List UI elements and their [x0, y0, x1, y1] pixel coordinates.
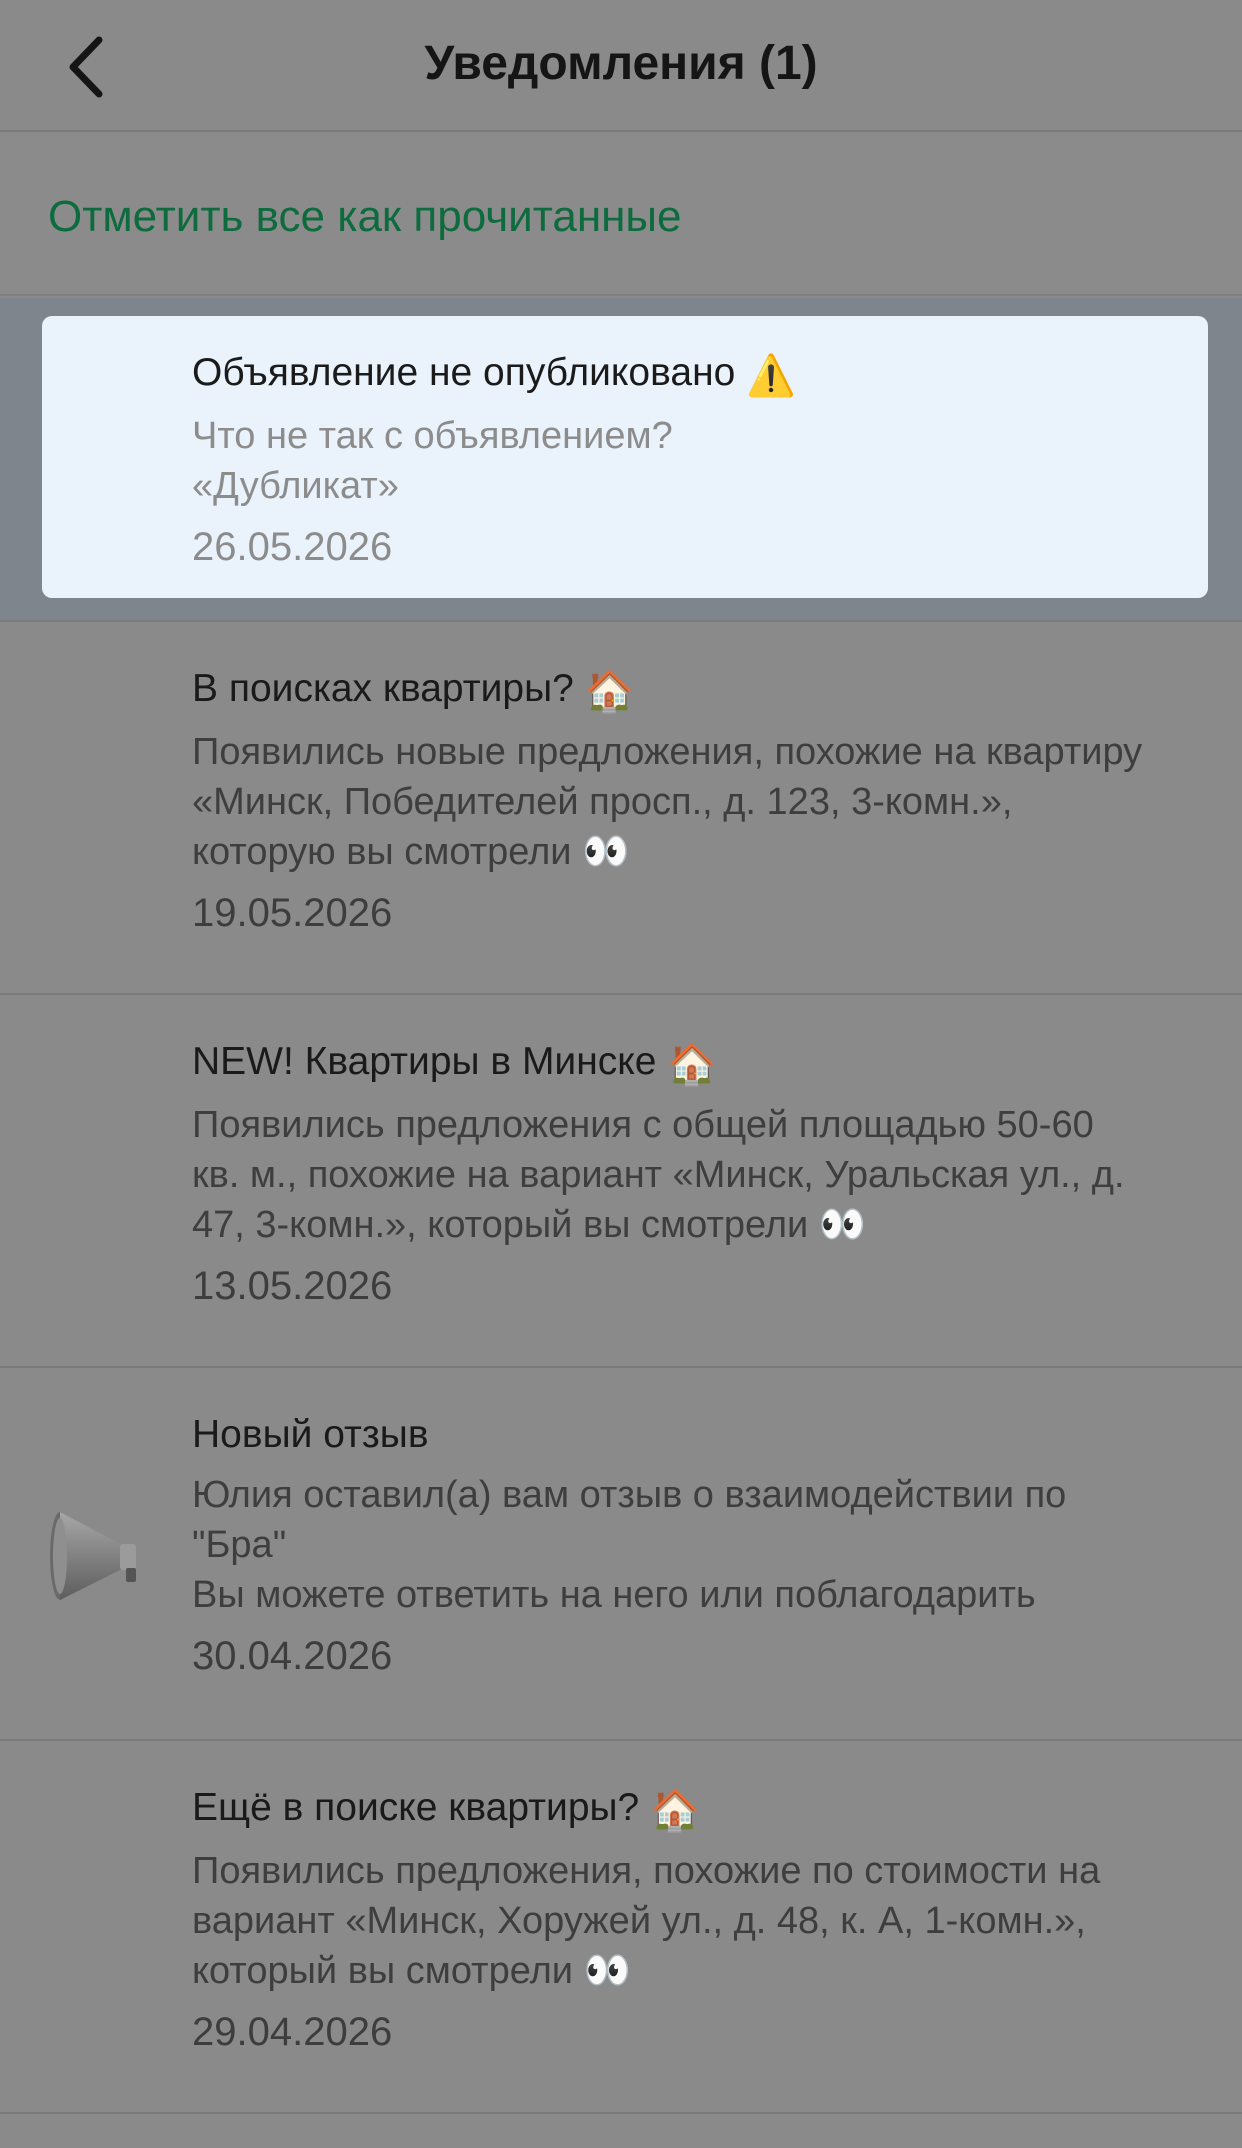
notification-text-line: Появились предложения, похожие по стоимо… — [192, 1850, 1101, 1892]
notification-text-line: 47, 3-комн.», который вы смотрели 👀 — [192, 1204, 867, 1246]
notification-item[interactable]: В поисках квартиры? 🏠 Появились новые пр… — [0, 622, 1242, 995]
notification-title: Объявление не опубликовано ⚠️ — [192, 348, 1178, 401]
notification-text-line: Юлия оставил(а) вам отзыв о взаимодейств… — [192, 1474, 1067, 1516]
notification-item-unread[interactable]: Объявление не опубликовано ⚠️ Что не так… — [0, 298, 1242, 622]
notification-text-line: который вы смотрели 👀 — [192, 1950, 631, 1992]
notification-item[interactable]: NEW! Квартиры в Минске 🏠 Появились предл… — [0, 995, 1242, 1368]
notification-text: Появились новые предложения, похожие на … — [192, 727, 1202, 877]
house-icon: 🏠 — [667, 1043, 718, 1087]
notification-date: 30.04.2026 — [192, 1634, 393, 1678]
notification-list: Объявление не опубликовано ⚠️ Что не так… — [0, 298, 1242, 2114]
notification-title: NEW! Квартиры в Минске 🏠 — [192, 1037, 1202, 1090]
notification-date: 29.04.2026 — [192, 2010, 393, 2054]
notification-text-line: Что не так с объявлением? — [192, 415, 673, 457]
unread-card[interactable]: Объявление не опубликовано ⚠️ Что не так… — [42, 316, 1208, 598]
notification-title-text: Новый отзыв — [192, 1413, 429, 1456]
mark-all-read-link[interactable]: Отметить все как прочитанные — [48, 192, 682, 242]
notification-text-line: Появились предложения с общей площадью 5… — [192, 1104, 1094, 1146]
notification-body: В поисках квартиры? 🏠 Появились новые пр… — [192, 664, 1202, 939]
notification-text-line: кв. м., похожие на вариант «Минск, Ураль… — [192, 1154, 1125, 1196]
notification-title: Новый отзыв — [192, 1410, 1202, 1460]
notification-item[interactable]: Новый отзыв Юлия оставил(а) вам отзыв о … — [0, 1368, 1242, 1741]
notification-date: 13.05.2026 — [192, 1264, 393, 1308]
house-icon: 🏠 — [584, 670, 635, 714]
house-icon: 🏠 — [650, 1789, 700, 1833]
notification-text-line: «Дубликат» — [192, 465, 399, 507]
notification-text-line: «Минск, Победителей просп., д. 123, 3-ко… — [192, 781, 1013, 823]
notification-text-line: вариант «Минск, Хоружей ул., д. 48, к. А… — [192, 1900, 1086, 1942]
warning-icon: ⚠️ — [746, 354, 796, 398]
notifications-screen: Уведомления (1) Отметить все как прочита… — [0, 0, 1242, 2148]
notification-item[interactable]: Ещё в поиске квартиры? 🏠 Появились предл… — [0, 1741, 1242, 2114]
notification-body: Объявление не опубликовано ⚠️ Что не так… — [192, 348, 1178, 573]
notification-text: Что не так с объявлением? «Дубликат» — [192, 411, 1178, 511]
notification-text-line: Появились новые предложения, похожие на … — [192, 731, 1143, 773]
notification-text: Появились предложения с общей площадью 5… — [192, 1100, 1202, 1250]
notification-date: 19.05.2026 — [192, 891, 393, 935]
notification-text: Появились предложения, похожие по стоимо… — [192, 1846, 1202, 1996]
notification-body: NEW! Квартиры в Минске 🏠 Появились предл… — [192, 1037, 1202, 1312]
notification-title-text: В поисках квартиры? — [192, 667, 574, 710]
notification-text: Юлия оставил(а) вам отзыв о взаимодейств… — [192, 1470, 1202, 1620]
notification-title: В поисках квартиры? 🏠 — [192, 664, 1202, 717]
page-title: Уведомления (1) — [424, 37, 818, 90]
notification-title-text: Ещё в поиске квартиры? — [192, 1786, 640, 1829]
notification-body: Ещё в поиске квартиры? 🏠 Появились предл… — [192, 1783, 1202, 2058]
notification-body: Новый отзыв Юлия оставил(а) вам отзыв о … — [192, 1410, 1202, 1682]
nav-header: Уведомления (1) — [0, 0, 1242, 132]
mark-all-bar: Отметить все как прочитанные — [0, 134, 1242, 296]
notification-title-text: NEW! Квартиры в Минске — [192, 1040, 657, 1083]
notification-title-text: Объявление не опубликовано — [192, 351, 736, 394]
notification-text-line: Вы можете ответить на него или поблагода… — [192, 1574, 1036, 1616]
notification-text-line: которую вы смотрели 👀 — [192, 831, 630, 873]
notification-text-line: "Бра" — [192, 1524, 287, 1566]
notification-title: Ещё в поиске квартиры? 🏠 — [192, 1783, 1202, 1836]
megaphone-icon — [50, 1512, 136, 1600]
notification-date: 26.05.2026 — [192, 525, 393, 569]
